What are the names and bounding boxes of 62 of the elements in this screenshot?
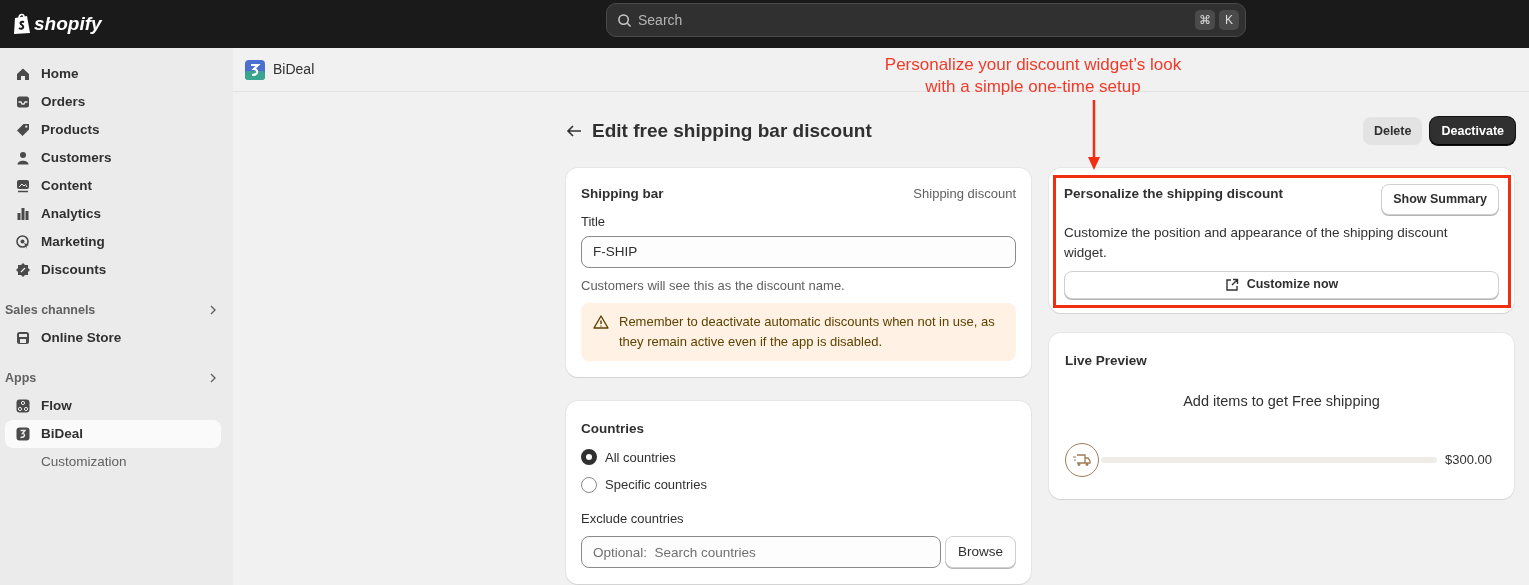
card-title: Countries [581, 420, 645, 439]
home-icon [15, 66, 31, 82]
percent-badge-icon [15, 262, 31, 278]
card-title: Personalize the shipping discount [1064, 185, 1284, 203]
app-logo-icon [245, 59, 265, 80]
store-icon [15, 330, 31, 346]
preview-message: Add items to get Free shipping [1182, 392, 1381, 411]
field-label: Title [581, 213, 607, 232]
card-title: Shipping bar [581, 185, 664, 203]
field-label: Exclude countries [581, 509, 685, 528]
person-icon [15, 150, 31, 166]
radio-label: All countries [605, 448, 676, 467]
sidebar-item[interactable]: Analytics [5, 200, 221, 228]
app-title: BiDeal [273, 60, 315, 79]
radio-button[interactable] [581, 449, 597, 466]
card-title: Live Preview [1065, 351, 1148, 370]
annotation-text: Personalize your discount widget’s look with a simple one-time setup [883, 54, 1183, 98]
flow-icon [15, 398, 31, 414]
inbox-icon [15, 94, 31, 110]
external-link-icon [1224, 277, 1239, 292]
title-field[interactable]: F-SHIP [581, 235, 1016, 268]
browse-button[interactable]: Browse [945, 536, 1016, 568]
section-title: Apps [5, 369, 37, 387]
radio-button[interactable] [581, 476, 597, 493]
help-text: Customers will see this as the discount name. [581, 276, 846, 295]
sidebar-item[interactable]: Orders [5, 88, 221, 116]
back-arrow-icon[interactable] [566, 124, 582, 138]
bar-chart-icon [15, 206, 31, 222]
truck-icon [1065, 442, 1099, 477]
target-icon [15, 234, 31, 250]
customize-now-button[interactable]: Customize now [1064, 270, 1499, 299]
sidebar-item[interactable]: Online Store [5, 324, 221, 352]
search-field[interactable]: Optional: Search countries [581, 536, 941, 568]
sidebar-item[interactable]: BiDeal [5, 420, 221, 448]
shortcut-key: ⌘ [1195, 10, 1215, 30]
shortcut-key: K [1219, 10, 1239, 30]
image-icon [15, 178, 31, 194]
sidebar-item[interactable]: Customers [5, 144, 221, 172]
section-title: Sales channels [5, 301, 96, 319]
logo-text: shopify [34, 11, 102, 36]
goal-amount: $300.00 [1445, 451, 1492, 469]
sidebar-item[interactable]: Products [5, 116, 221, 144]
sidebar-item[interactable]: Flow [5, 392, 221, 420]
annotation-arrow [1088, 100, 1100, 170]
logo-icon [13, 13, 31, 35]
card-subtitle: Shipping discount [913, 185, 1016, 203]
show-summary-button[interactable]: Show Summary [1381, 184, 1499, 215]
sidebar-item[interactable]: Discounts [5, 256, 221, 284]
warning-icon [593, 314, 609, 331]
search-icon [617, 13, 632, 28]
sidebar-item[interactable]: Marketing [5, 228, 221, 256]
delete-button[interactable]: Delete [1362, 116, 1423, 146]
radio-label: Specific countries [605, 476, 707, 494]
description-text: Customize the position and appearance of the shipping discount widget. [1064, 223, 1449, 262]
app-icon [15, 426, 31, 442]
deactivate-button[interactable]: Deactivate [1430, 116, 1515, 146]
sidebar-item[interactable]: Content [5, 172, 221, 200]
warning-text: Remember to deactivate automatic discounts when not in use, as they remain active even if the app is disabled. [619, 313, 996, 352]
sidebar-subitem[interactable]: Customization [5, 448, 221, 476]
page-title: Edit free shipping bar discount [592, 119, 872, 143]
sidebar-item[interactable]: Home [5, 60, 221, 88]
tag-icon [15, 122, 31, 138]
